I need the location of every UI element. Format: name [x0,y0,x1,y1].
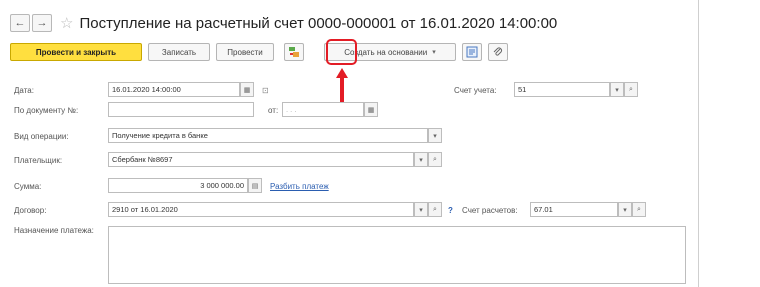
amount-label: Сумма: [14,182,42,191]
document-window: ← → ☆ Поступление на расчетный счет 0000… [0,0,699,287]
purpose-textarea[interactable] [108,226,686,284]
from-date-field[interactable]: . . . [282,102,364,117]
calendar-icon[interactable]: ▦ [240,82,254,97]
from-label: от: [268,106,279,115]
title-bar: ← → ☆ Поступление на расчетный счет 0000… [10,12,557,34]
account-label: Счет учета: [454,86,497,95]
calculator-icon[interactable]: ▤ [248,178,262,193]
forward-button[interactable]: → [32,14,52,32]
post-button[interactable]: Провести [216,43,274,61]
settlement-account-field[interactable]: 67.01 [530,202,618,217]
settlement-account-label: Счет расчетов: [462,206,518,215]
favorite-star-icon[interactable]: ☆ [60,14,73,32]
operation-field[interactable]: Получение кредита в банке [108,128,428,143]
dt-kt-report-button[interactable] [284,43,304,61]
contract-field[interactable]: 2910 от 16.01.2020 [108,202,414,217]
split-payment-link[interactable]: Разбить платеж [270,182,329,191]
contract-label: Договор: [14,206,47,215]
account-field[interactable]: 51 [514,82,610,97]
dt-kt-icon [289,47,299,57]
operation-dropdown-icon[interactable]: ▾ [428,128,442,143]
payer-open-icon[interactable]: ⌕ [428,152,442,167]
doc-number-label: По документу №: [14,106,79,115]
date-status-icon: ⊡ [262,86,269,95]
structure-icon [466,46,478,58]
highlight-frame [326,39,357,65]
settlement-dropdown-icon[interactable]: ▾ [618,202,632,217]
contract-open-icon[interactable]: ⌕ [428,202,442,217]
help-icon[interactable]: ? [448,206,453,215]
chevron-down-icon: ▾ [432,49,436,56]
operation-label: Вид операции: [14,132,69,141]
date-label: Дата: [14,86,34,95]
back-button[interactable]: ← [10,14,30,32]
amount-field[interactable]: 3 000 000.00 [108,178,248,193]
doc-number-field[interactable] [108,102,254,117]
payer-label: Плательщик: [14,156,63,165]
purpose-label: Назначение платежа: [14,226,94,235]
post-and-close-button[interactable]: Провести и закрыть [10,43,142,61]
paperclip-icon [493,47,502,56]
save-button[interactable]: Записать [148,43,210,61]
attach-button[interactable] [488,43,508,61]
settlement-open-icon[interactable]: ⌕ [632,202,646,217]
payer-field[interactable]: Сбербанк №8697 [108,152,414,167]
payer-dropdown-icon[interactable]: ▾ [414,152,428,167]
contract-dropdown-icon[interactable]: ▾ [414,202,428,217]
account-dropdown-icon[interactable]: ▾ [610,82,624,97]
structure-button[interactable] [462,43,482,61]
toolbar: Провести и закрыть Записать Провести Соз… [10,42,514,62]
account-open-icon[interactable]: ⌕ [624,82,638,97]
from-calendar-icon[interactable]: ▦ [364,102,378,117]
date-field[interactable]: 16.01.2020 14:00:00 [108,82,240,97]
window-title: Поступление на расчетный счет 0000-00000… [79,14,558,32]
